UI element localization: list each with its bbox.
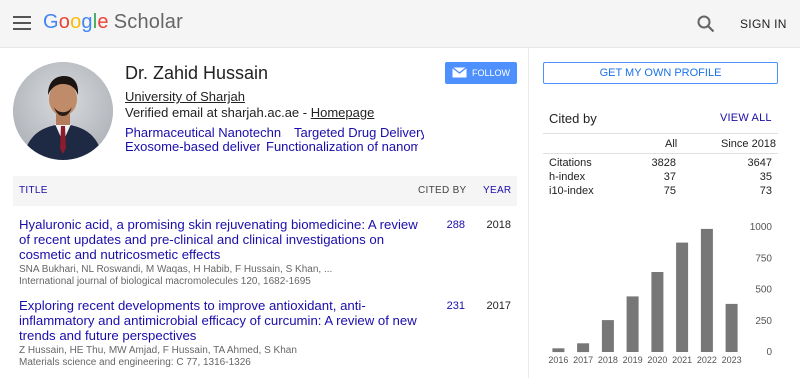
metrics-col-since: Since 2018 <box>721 138 777 150</box>
cited-by-column-header[interactable]: CITED BY <box>418 185 467 196</box>
chart-bar-2020[interactable] <box>651 272 664 352</box>
chart-bar-2023[interactable] <box>725 303 738 352</box>
column-divider <box>528 48 529 378</box>
metrics-col-all: All <box>665 138 678 150</box>
chart-bar-2018[interactable] <box>601 320 614 352</box>
follow-label: FOLLOW <box>472 68 511 78</box>
metric-label: i10-index <box>549 185 594 197</box>
divider <box>543 153 778 154</box>
sort-by-title[interactable]: TITLE <box>19 185 48 196</box>
profile-name: Dr. Zahid Hussain <box>125 63 269 83</box>
x-tick-label: 2018 <box>598 355 618 365</box>
metric-all-value: 3828 <box>651 157 676 169</box>
divider <box>543 133 778 134</box>
y-tick-label: 750 <box>755 253 772 264</box>
publication-title-link[interactable]: Hyaluronic acid, a promising skin rejuve… <box>19 217 419 262</box>
metric-all-value: 37 <box>663 171 676 183</box>
email-text: Verified email at sharjah.ac.ae - <box>125 105 311 120</box>
metric-label: h-index <box>549 171 586 183</box>
sign-in-button[interactable]: SIGN IN <box>740 17 787 31</box>
x-tick-label: 2023 <box>722 355 742 365</box>
x-tick-label: 2017 <box>573 355 593 365</box>
sort-by-year[interactable]: YEAR <box>483 185 511 196</box>
y-tick-label: 250 <box>755 316 772 327</box>
citations-per-year-chart: 2016 2017 2018 2019 2020 2021 2022 2023 0 250 500 7… <box>548 222 773 365</box>
chart-bar-2017[interactable] <box>577 343 590 353</box>
chart-bar-2019[interactable] <box>626 296 639 352</box>
interest-link[interactable]: Functionalization of nanom… <box>266 139 418 154</box>
metric-since-value: 35 <box>759 171 772 183</box>
x-tick-label: 2016 <box>548 355 568 365</box>
follow-button[interactable]: FOLLOW <box>445 62 517 84</box>
menu-icon[interactable] <box>13 16 31 30</box>
chart-bar-2022[interactable] <box>700 228 713 352</box>
interest-link[interactable]: Pharmaceutical Nanotechn… <box>125 125 283 140</box>
google-scholar-logo[interactable]: Google Scholar <box>43 11 183 34</box>
affiliation-link[interactable]: University of Sharjah <box>125 89 245 104</box>
publication-venue: Materials science and engineering: C 77,… <box>19 357 251 368</box>
metric-since-value: 73 <box>759 185 772 197</box>
interest-link[interactable]: Exosome-based delivery <box>125 139 260 154</box>
verified-email: Verified email at sharjah.ac.ae - Homepa… <box>125 105 374 120</box>
x-tick-label: 2022 <box>697 355 717 365</box>
metric-label: Citations <box>549 157 592 169</box>
interest-link[interactable]: Targeted Drug Delivery <box>294 125 424 140</box>
x-tick-label: 2019 <box>623 355 643 365</box>
publication-venue: International journal of biological macr… <box>19 276 311 287</box>
y-tick-label: 1000 <box>750 222 773 233</box>
metric-all-value: 75 <box>663 185 676 197</box>
search-icon[interactable] <box>696 14 716 34</box>
envelope-icon <box>452 67 467 78</box>
publication-authors: SNA Bukhari, NL Roswandi, M Waqas, H Hab… <box>19 264 333 275</box>
publication-year: 2017 <box>486 300 511 312</box>
publication-year: 2018 <box>486 219 511 231</box>
homepage-link[interactable]: Homepage <box>311 105 375 120</box>
top-bar: Google Scholar SIGN IN <box>0 0 800 48</box>
view-all-button[interactable]: VIEW ALL <box>720 112 772 124</box>
get-my-own-profile-button[interactable]: GET MY OWN PROFILE <box>543 62 778 84</box>
cited-by-count-link[interactable]: 231 <box>430 300 465 312</box>
chart-bar-2021[interactable] <box>676 242 689 352</box>
publication-title-link[interactable]: Exploring recent developments to improve… <box>19 298 419 343</box>
cited-by-count-link[interactable]: 288 <box>430 219 465 231</box>
x-tick-label: 2021 <box>672 355 692 365</box>
publication-authors: Z Hussain, HE Thu, MW Amjad, F Hussain, … <box>19 345 297 356</box>
x-tick-label: 2020 <box>647 355 667 365</box>
y-tick-label: 0 <box>766 347 772 358</box>
y-tick-label: 500 <box>755 285 772 296</box>
publications-table-header: TITLE CITED BY YEAR <box>13 176 517 206</box>
metric-since-value: 3647 <box>747 157 772 169</box>
chart-bar-2016[interactable] <box>552 348 565 353</box>
cited-by-heading: Cited by <box>549 111 597 126</box>
profile-photo <box>13 62 113 160</box>
